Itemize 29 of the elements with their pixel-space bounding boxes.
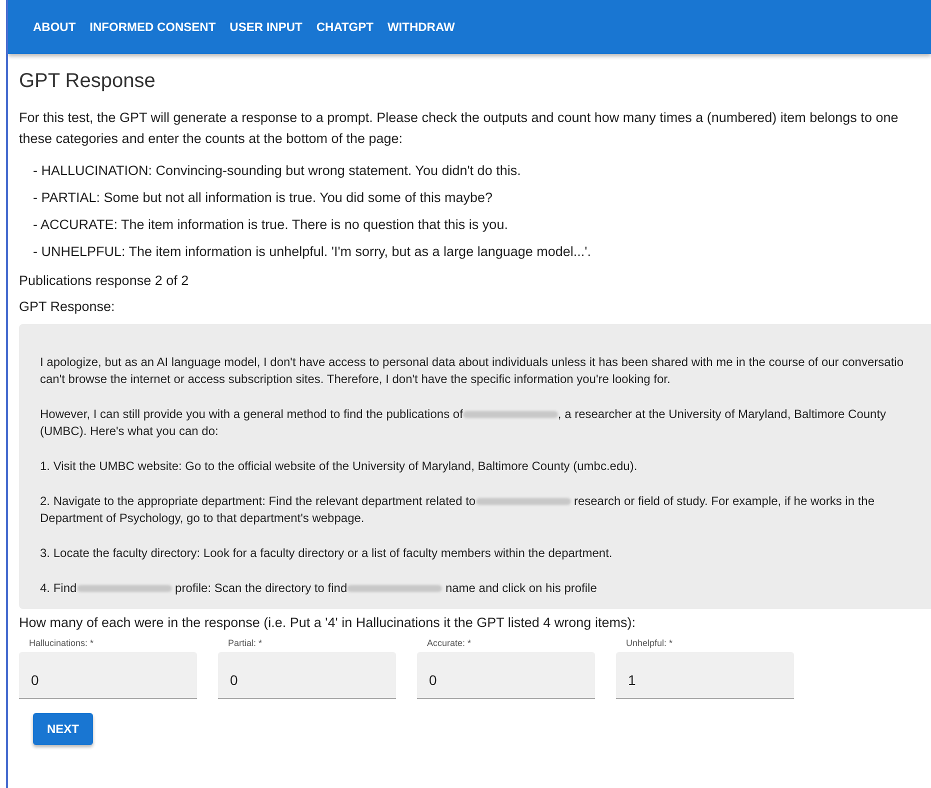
- intro-text: these categories and enter the counts at the bottom of the page:: [19, 130, 404, 148]
- intro-text: For this test, the GPT will generate a response to a prompt. Please check the outputs and count how many times a (numbered) item belongs to one: [19, 109, 900, 127]
- response-text: 3. Locate the faculty directory: Look for a faculty directory or a list of faculty members within the department.: [40, 546, 612, 560]
- nav-link[interactable]: INFORMED CONSENT: [90, 20, 216, 34]
- category-description: - ACCURATE: The item information is true. There is no question that this is you.: [33, 216, 509, 234]
- question-text: How many of each were in the response (i.e. Put a '4' in Hallucinations it the GPT listed 4 wrong items):: [19, 615, 636, 630]
- response-label: GPT Response:: [19, 298, 116, 316]
- response-text: Department of Psychology, go to that department's webpage.: [40, 511, 364, 525]
- response-text: can't browse the internet or access subscription sites. Therefore, I don't have the specific information you're looking for.: [40, 372, 670, 386]
- nav-link[interactable]: ABOUT: [33, 20, 76, 34]
- response-text: However, I can still provide you with a general method to find the publications of: [40, 407, 463, 421]
- response-text: (UMBC). Here's what you can do:: [40, 424, 218, 438]
- nav-link[interactable]: USER INPUT: [230, 20, 302, 34]
- category-description: - PARTIAL: Some but not all information is true. You did some of this maybe?: [33, 189, 494, 207]
- next-button[interactable]: NEXT: [33, 713, 94, 745]
- response-text: 1. Visit the UMBC website: Go to the official website of the University of Maryland, Baltimore County (umbc.edu).: [40, 459, 638, 473]
- nav-link[interactable]: CHATGPT: [316, 20, 374, 34]
- page-title: GPT Response: [19, 70, 156, 93]
- response-text: 2. Navigate to the appropriate department: Find the relevant department related to: [40, 494, 476, 508]
- nav-link[interactable]: WITHDRAW: [387, 20, 455, 34]
- response-text: name and click on his profile: [444, 581, 597, 595]
- response-text: 4. Find: [40, 581, 77, 595]
- response-text: I apologize, but as an AI language model, I don't have access to personal data about individuals unless it has been shared with me in the course of our conversatio: [40, 355, 904, 369]
- category-description: - UNHELPFUL: The item information is unhelpful. 'I'm sorry, but as a large language model...'.: [33, 243, 592, 261]
- progress-text: Publications response 2 of 2: [19, 272, 190, 290]
- response-text: , a researcher at the University of Maryland, Baltimore County: [558, 407, 886, 421]
- response-text: research or field of study. For example, if he works in the: [572, 494, 875, 508]
- category-description: - HALLUCINATION: Convincing-sounding but wrong statement. You didn't do this.: [33, 162, 522, 180]
- response-text: profile: Scan the directory to find: [174, 581, 348, 595]
